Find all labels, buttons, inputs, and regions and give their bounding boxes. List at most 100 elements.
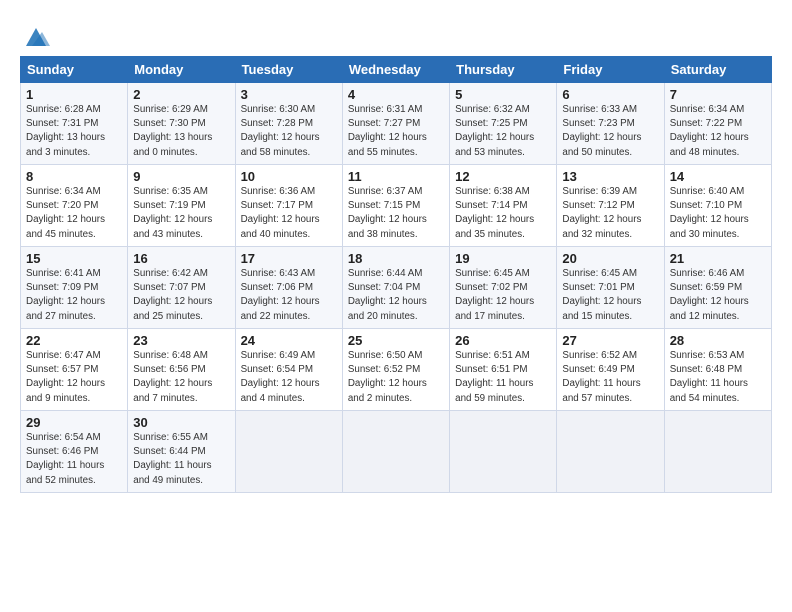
day-info: Sunrise: 6:38 AMSunset: 7:14 PMDaylight:… [455,185,551,242]
day-info: Sunrise: 6:42 AMSunset: 7:07 PMDaylight:… [133,267,229,324]
day-number: 13 [562,169,658,184]
day-info: Sunrise: 6:53 AMSunset: 6:48 PMDaylight:… [670,349,766,406]
day-info: Sunrise: 6:40 AMSunset: 7:10 PMDaylight:… [670,185,766,242]
day-number: 3 [241,87,337,102]
calendar-table: Sunday Monday Tuesday Wednesday Thursday… [20,56,772,493]
day-info: Sunrise: 6:55 AMSunset: 6:44 PMDaylight:… [133,431,229,488]
calendar-cell: 28Sunrise: 6:53 AMSunset: 6:48 PMDayligh… [664,329,771,411]
day-info: Sunrise: 6:34 AMSunset: 7:22 PMDaylight:… [670,103,766,160]
day-number: 8 [26,169,122,184]
day-number: 5 [455,87,551,102]
table-row: 8Sunrise: 6:34 AMSunset: 7:20 PMDaylight… [21,165,772,247]
calendar-cell: 1Sunrise: 6:28 AMSunset: 7:31 PMDaylight… [21,83,128,165]
calendar-cell: 11Sunrise: 6:37 AMSunset: 7:15 PMDayligh… [342,165,449,247]
calendar-cell: 12Sunrise: 6:38 AMSunset: 7:14 PMDayligh… [450,165,557,247]
day-number: 7 [670,87,766,102]
day-number: 21 [670,251,766,266]
col-sunday: Sunday [21,57,128,83]
day-number: 20 [562,251,658,266]
day-info: Sunrise: 6:45 AMSunset: 7:01 PMDaylight:… [562,267,658,324]
day-info: Sunrise: 6:48 AMSunset: 6:56 PMDaylight:… [133,349,229,406]
day-number: 26 [455,333,551,348]
day-number: 10 [241,169,337,184]
calendar-cell [450,411,557,493]
day-info: Sunrise: 6:54 AMSunset: 6:46 PMDaylight:… [26,431,122,488]
day-info: Sunrise: 6:30 AMSunset: 7:28 PMDaylight:… [241,103,337,160]
calendar-cell: 13Sunrise: 6:39 AMSunset: 7:12 PMDayligh… [557,165,664,247]
header-row: Sunday Monday Tuesday Wednesday Thursday… [21,57,772,83]
day-info: Sunrise: 6:45 AMSunset: 7:02 PMDaylight:… [455,267,551,324]
calendar-cell: 2Sunrise: 6:29 AMSunset: 7:30 PMDaylight… [128,83,235,165]
day-number: 1 [26,87,122,102]
day-number: 15 [26,251,122,266]
day-info: Sunrise: 6:50 AMSunset: 6:52 PMDaylight:… [348,349,444,406]
day-number: 11 [348,169,444,184]
day-number: 18 [348,251,444,266]
calendar-cell: 22Sunrise: 6:47 AMSunset: 6:57 PMDayligh… [21,329,128,411]
calendar-cell: 14Sunrise: 6:40 AMSunset: 7:10 PMDayligh… [664,165,771,247]
day-info: Sunrise: 6:43 AMSunset: 7:06 PMDaylight:… [241,267,337,324]
col-thursday: Thursday [450,57,557,83]
day-number: 23 [133,333,229,348]
day-number: 12 [455,169,551,184]
day-info: Sunrise: 6:34 AMSunset: 7:20 PMDaylight:… [26,185,122,242]
day-number: 19 [455,251,551,266]
day-info: Sunrise: 6:41 AMSunset: 7:09 PMDaylight:… [26,267,122,324]
day-number: 28 [670,333,766,348]
day-number: 25 [348,333,444,348]
day-number: 2 [133,87,229,102]
day-number: 14 [670,169,766,184]
page: Sunday Monday Tuesday Wednesday Thursday… [0,0,792,612]
col-tuesday: Tuesday [235,57,342,83]
calendar-cell: 30Sunrise: 6:55 AMSunset: 6:44 PMDayligh… [128,411,235,493]
calendar-cell: 15Sunrise: 6:41 AMSunset: 7:09 PMDayligh… [21,247,128,329]
day-number: 24 [241,333,337,348]
col-monday: Monday [128,57,235,83]
calendar-cell: 3Sunrise: 6:30 AMSunset: 7:28 PMDaylight… [235,83,342,165]
day-number: 29 [26,415,122,430]
day-info: Sunrise: 6:37 AMSunset: 7:15 PMDaylight:… [348,185,444,242]
calendar-cell: 27Sunrise: 6:52 AMSunset: 6:49 PMDayligh… [557,329,664,411]
calendar-cell: 4Sunrise: 6:31 AMSunset: 7:27 PMDaylight… [342,83,449,165]
table-row: 29Sunrise: 6:54 AMSunset: 6:46 PMDayligh… [21,411,772,493]
day-number: 16 [133,251,229,266]
calendar-cell: 23Sunrise: 6:48 AMSunset: 6:56 PMDayligh… [128,329,235,411]
calendar-cell: 10Sunrise: 6:36 AMSunset: 7:17 PMDayligh… [235,165,342,247]
day-info: Sunrise: 6:31 AMSunset: 7:27 PMDaylight:… [348,103,444,160]
calendar-cell: 18Sunrise: 6:44 AMSunset: 7:04 PMDayligh… [342,247,449,329]
day-info: Sunrise: 6:32 AMSunset: 7:25 PMDaylight:… [455,103,551,160]
calendar-cell: 19Sunrise: 6:45 AMSunset: 7:02 PMDayligh… [450,247,557,329]
calendar-cell: 25Sunrise: 6:50 AMSunset: 6:52 PMDayligh… [342,329,449,411]
day-number: 17 [241,251,337,266]
day-info: Sunrise: 6:49 AMSunset: 6:54 PMDaylight:… [241,349,337,406]
day-info: Sunrise: 6:47 AMSunset: 6:57 PMDaylight:… [26,349,122,406]
day-info: Sunrise: 6:51 AMSunset: 6:51 PMDaylight:… [455,349,551,406]
col-saturday: Saturday [664,57,771,83]
day-number: 27 [562,333,658,348]
calendar-cell: 16Sunrise: 6:42 AMSunset: 7:07 PMDayligh… [128,247,235,329]
calendar-cell: 7Sunrise: 6:34 AMSunset: 7:22 PMDaylight… [664,83,771,165]
day-number: 4 [348,87,444,102]
table-row: 22Sunrise: 6:47 AMSunset: 6:57 PMDayligh… [21,329,772,411]
day-number: 6 [562,87,658,102]
day-number: 9 [133,169,229,184]
day-info: Sunrise: 6:33 AMSunset: 7:23 PMDaylight:… [562,103,658,160]
calendar-cell: 26Sunrise: 6:51 AMSunset: 6:51 PMDayligh… [450,329,557,411]
calendar-cell [664,411,771,493]
day-info: Sunrise: 6:29 AMSunset: 7:30 PMDaylight:… [133,103,229,160]
calendar-cell [557,411,664,493]
calendar-cell: 29Sunrise: 6:54 AMSunset: 6:46 PMDayligh… [21,411,128,493]
calendar-cell [342,411,449,493]
day-info: Sunrise: 6:52 AMSunset: 6:49 PMDaylight:… [562,349,658,406]
table-row: 15Sunrise: 6:41 AMSunset: 7:09 PMDayligh… [21,247,772,329]
calendar-cell: 24Sunrise: 6:49 AMSunset: 6:54 PMDayligh… [235,329,342,411]
day-number: 22 [26,333,122,348]
calendar-cell: 9Sunrise: 6:35 AMSunset: 7:19 PMDaylight… [128,165,235,247]
col-friday: Friday [557,57,664,83]
calendar-cell: 6Sunrise: 6:33 AMSunset: 7:23 PMDaylight… [557,83,664,165]
col-wednesday: Wednesday [342,57,449,83]
day-info: Sunrise: 6:39 AMSunset: 7:12 PMDaylight:… [562,185,658,242]
calendar-cell: 21Sunrise: 6:46 AMSunset: 6:59 PMDayligh… [664,247,771,329]
logo [20,22,50,50]
day-info: Sunrise: 6:44 AMSunset: 7:04 PMDaylight:… [348,267,444,324]
